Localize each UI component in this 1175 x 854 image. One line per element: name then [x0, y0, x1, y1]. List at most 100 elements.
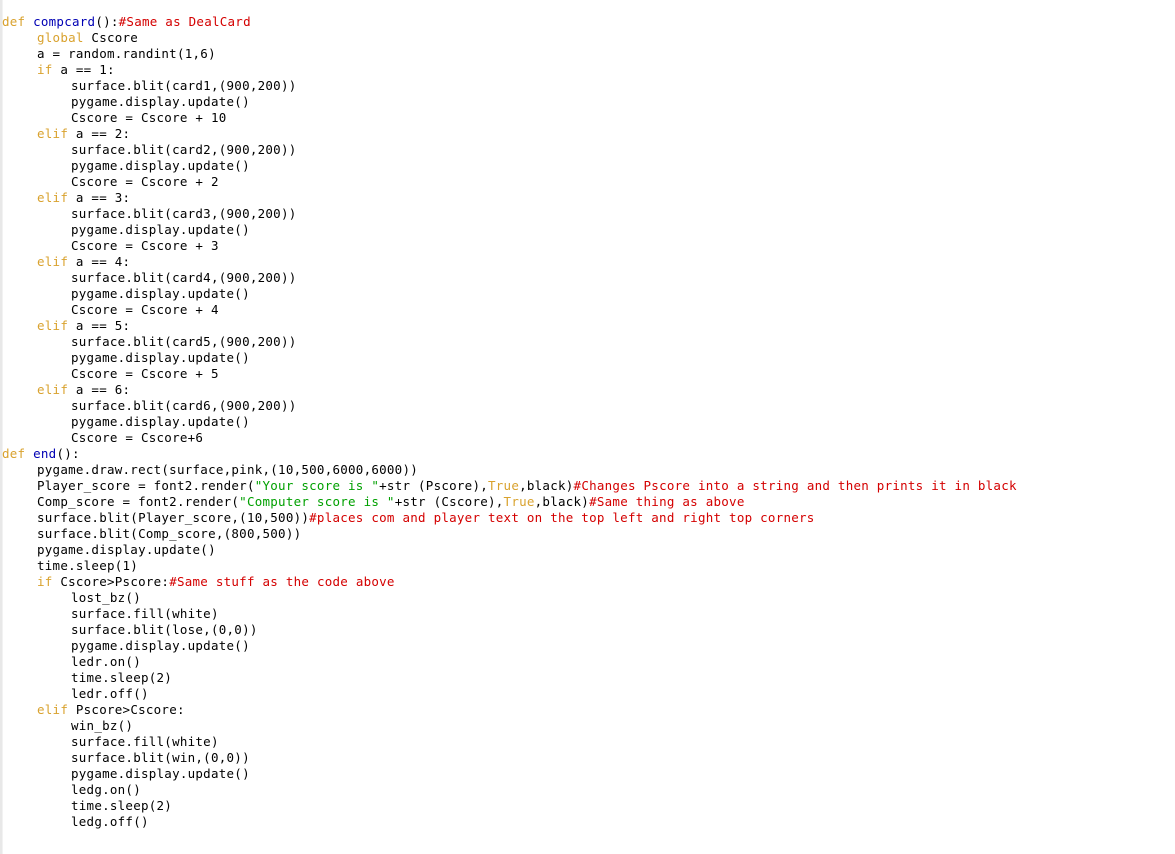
- code-token-plain: ledg.off(): [71, 814, 149, 829]
- code-token-kw: def: [2, 446, 26, 461]
- code-token-kw: True: [488, 478, 520, 493]
- code-token-plain: win_bz(): [71, 718, 134, 733]
- code-token-plain: Cscore = Cscore + 3: [71, 238, 219, 253]
- code-token-plain: ledg.on(): [71, 782, 141, 797]
- code-line: ledr.on(): [0, 654, 1017, 670]
- code-token-plain: Player_score = font2.render(: [37, 478, 255, 493]
- code-viewport[interactable]: def compcard():#Same as DealCard global C…: [0, 0, 1175, 854]
- code-listing[interactable]: def compcard():#Same as DealCard global C…: [0, 14, 1017, 830]
- code-line: pygame.draw.rect(surface,pink,(10,500,60…: [0, 462, 1017, 478]
- code-token-plain: ,black): [519, 478, 574, 493]
- code-line: surface.fill(white): [0, 734, 1017, 750]
- code-token-kw: def: [2, 14, 26, 29]
- code-token-plain: ledr.on(): [71, 654, 141, 669]
- code-token-kw: elif: [37, 190, 69, 205]
- code-token-kw: True: [503, 494, 535, 509]
- code-token-com: #places com and player text on the top l…: [309, 510, 815, 525]
- code-line: Cscore = Cscore + 3: [0, 238, 1017, 254]
- code-token-kw: elif: [37, 254, 69, 269]
- code-token-plain: Cscore = Cscore + 5: [71, 366, 219, 381]
- code-line: surface.blit(card2,(900,200)): [0, 142, 1017, 158]
- code-line: Cscore = Cscore + 4: [0, 302, 1017, 318]
- code-token-fn: compcard: [33, 14, 96, 29]
- code-line: Cscore = Cscore+6: [0, 430, 1017, 446]
- code-token-plain: surface.fill(white): [71, 734, 219, 749]
- code-token-plain: pygame.display.update(): [71, 94, 250, 109]
- code-token-fn: end: [33, 446, 57, 461]
- code-line: Cscore = Cscore + 10: [0, 110, 1017, 126]
- code-token-plain: time.sleep(1): [37, 558, 139, 573]
- code-token-kw: elif: [37, 126, 69, 141]
- code-line: surface.blit(win,(0,0)): [0, 750, 1017, 766]
- code-token-plain: surface.blit(Player_score,(10,500)): [37, 510, 310, 525]
- code-token-plain: Cscore: [83, 30, 139, 45]
- code-token-plain: Cscore = Cscore + 10: [71, 110, 227, 125]
- code-line: pygame.display.update(): [0, 222, 1017, 238]
- code-line: pygame.display.update(): [0, 766, 1017, 782]
- code-token-plain: a = random.randint(1,6): [37, 46, 216, 61]
- code-line: lost_bz(): [0, 590, 1017, 606]
- code-token-plain: surface.blit(card2,(900,200)): [71, 142, 297, 157]
- code-line: elif a == 5:: [0, 318, 1017, 334]
- code-line: surface.blit(card4,(900,200)): [0, 270, 1017, 286]
- code-line: global Cscore: [0, 30, 1017, 46]
- code-line: ledg.on(): [0, 782, 1017, 798]
- code-token-kw: elif: [37, 318, 69, 333]
- code-line: surface.blit(card3,(900,200)): [0, 206, 1017, 222]
- code-line: pygame.display.update(): [0, 94, 1017, 110]
- code-line: if Cscore>Pscore:#Same stuff as the code…: [0, 574, 1017, 590]
- code-line: elif a == 2:: [0, 126, 1017, 142]
- code-line: Cscore = Cscore + 5: [0, 366, 1017, 382]
- code-token-com: #Same as DealCard: [118, 14, 251, 29]
- code-token-plain: Cscore>Pscore:: [52, 574, 170, 589]
- code-token-plain: surface.blit(card1,(900,200)): [71, 78, 297, 93]
- code-line: surface.blit(card5,(900,200)): [0, 334, 1017, 350]
- code-line: pygame.display.update(): [0, 638, 1017, 654]
- code-token-plain: ():: [95, 14, 119, 29]
- code-token-plain: ,black): [534, 494, 590, 509]
- code-token-plain: surface.blit(card3,(900,200)): [71, 206, 297, 221]
- code-line: pygame.display.update(): [0, 286, 1017, 302]
- code-token-plain: time.sleep(2): [71, 670, 173, 685]
- code-token-plain: Cscore = Cscore + 2: [71, 174, 219, 189]
- code-token-kw: if: [37, 62, 53, 77]
- code-token-plain: lost_bz(): [71, 590, 141, 605]
- code-token-plain: surface.blit(win,(0,0)): [71, 750, 250, 765]
- code-token-plain: pygame.display.update(): [71, 286, 250, 301]
- code-token-com: #Changes Pscore into a string and then p…: [573, 478, 1017, 493]
- code-token-plain: surface.blit(card6,(900,200)): [71, 398, 297, 413]
- code-token-plain: pygame.draw.rect(surface,pink,(10,500,60…: [37, 462, 419, 477]
- code-line: if a == 1:: [0, 62, 1017, 78]
- code-line: surface.blit(card1,(900,200)): [0, 78, 1017, 94]
- code-token-str: "Your score is ": [254, 478, 380, 493]
- code-line: pygame.display.update(): [0, 542, 1017, 558]
- code-line: time.sleep(2): [0, 798, 1017, 814]
- code-line: surface.blit(lose,(0,0)): [0, 622, 1017, 638]
- code-token-plain: Cscore = Cscore + 4: [71, 302, 219, 317]
- code-line: def compcard():#Same as DealCard: [0, 14, 1017, 30]
- code-line: pygame.display.update(): [0, 158, 1017, 174]
- code-line: elif a == 3:: [0, 190, 1017, 206]
- code-token-plain: surface.fill(white): [71, 606, 219, 621]
- code-line: win_bz(): [0, 718, 1017, 734]
- code-line: pygame.display.update(): [0, 350, 1017, 366]
- code-token-plain: +str (Cscore),: [394, 494, 504, 509]
- code-line: time.sleep(2): [0, 670, 1017, 686]
- code-token-str: "Computer score is ": [239, 494, 395, 509]
- code-token-plain: a == 3:: [68, 190, 131, 205]
- code-line: elif a == 6:: [0, 382, 1017, 398]
- code-token-kw: if: [37, 574, 53, 589]
- code-line: Player_score = font2.render("Your score …: [0, 478, 1017, 494]
- code-line: a = random.randint(1,6): [0, 46, 1017, 62]
- code-line: elif Pscore>Cscore:: [0, 702, 1017, 718]
- code-line: Comp_score = font2.render("Computer scor…: [0, 494, 1017, 510]
- code-token-plain: Comp_score = font2.render(: [37, 494, 240, 509]
- code-line: time.sleep(1): [0, 558, 1017, 574]
- code-line: surface.blit(Comp_score,(800,500)): [0, 526, 1017, 542]
- code-token-plain: pygame.display.update(): [71, 222, 250, 237]
- code-token-kw: global: [37, 30, 84, 45]
- code-line: surface.blit(card6,(900,200)): [0, 398, 1017, 414]
- code-token-com: #Same thing as above: [589, 494, 745, 509]
